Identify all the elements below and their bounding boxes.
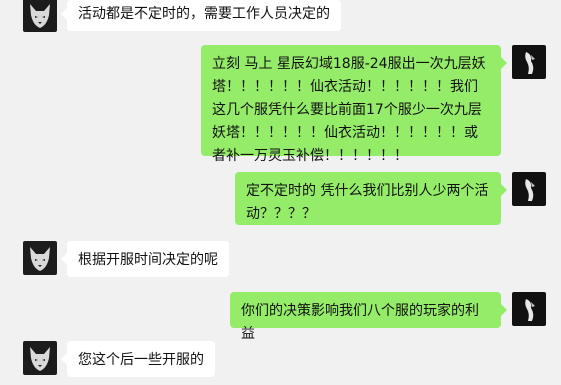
fox-avatar-icon [23, 0, 57, 32]
profile-avatar-icon [512, 172, 546, 206]
profile-avatar-icon [512, 45, 546, 79]
message-bubble-outgoing: 你们的决策影响我们八个服的玩家的利益 [230, 292, 507, 342]
peer-avatar[interactable] [23, 241, 57, 275]
message-bubble-incoming: 根据开服时间决定的呢 [61, 241, 229, 277]
self-avatar[interactable] [512, 45, 546, 79]
message-bubble-outgoing: 立刻 马上 星辰幻域18服-24服出一次九层妖塔！！！！！！仙衣活动！！！！！！… [201, 45, 507, 164]
self-avatar[interactable] [512, 292, 546, 326]
message-bubble-incoming: 活动都是不定时的，需要工作人员决定的 [61, 0, 341, 31]
peer-avatar[interactable] [23, 341, 57, 375]
message-bubble-outgoing: 定不定时的 凭什么我们比别人少两个活动？？？？ [235, 172, 507, 225]
self-avatar[interactable] [512, 172, 546, 206]
fox-avatar-icon [23, 241, 57, 275]
peer-avatar[interactable] [23, 0, 57, 32]
message-bubble-incoming: 您这个后一些开服的 [61, 341, 215, 377]
fox-avatar-icon [23, 341, 57, 375]
profile-avatar-icon [512, 292, 546, 326]
